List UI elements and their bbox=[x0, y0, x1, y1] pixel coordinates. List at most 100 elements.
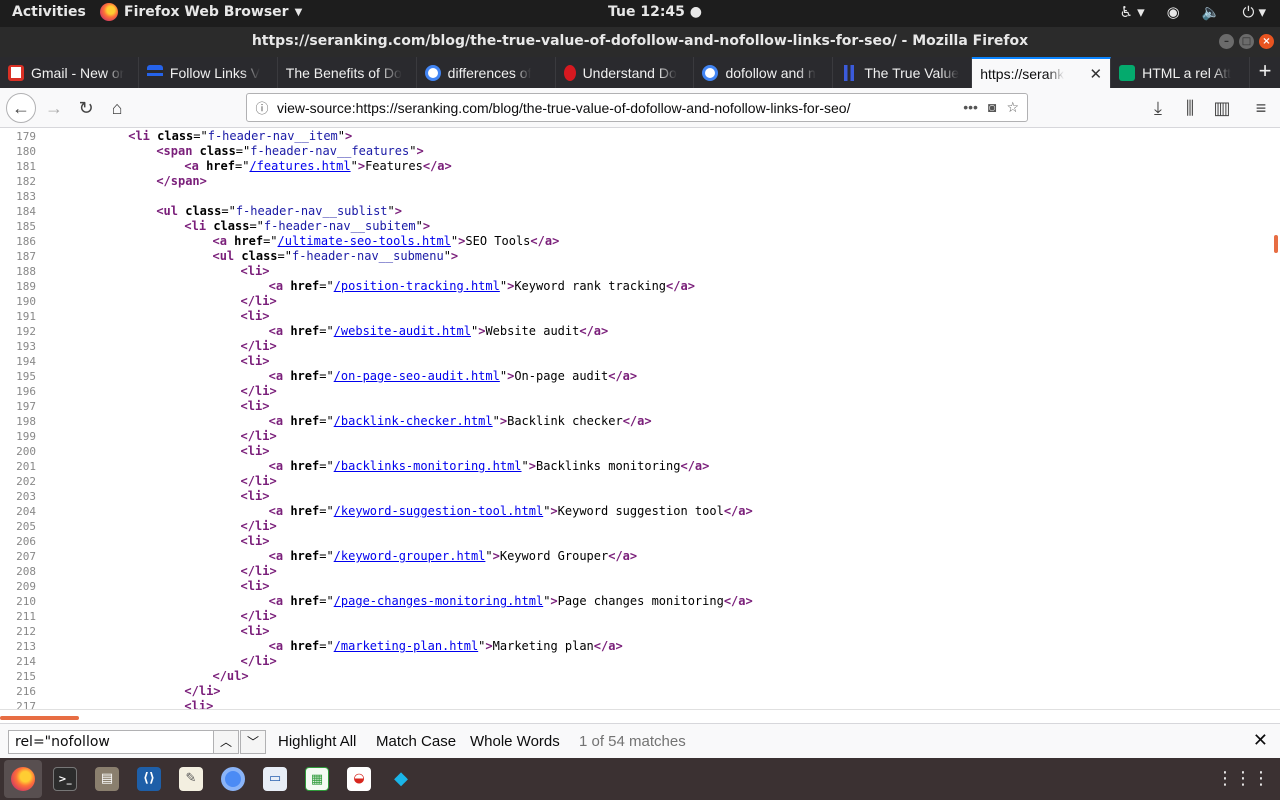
dock-text-editor[interactable]: ✎ bbox=[172, 760, 210, 798]
forward-button[interactable]: → bbox=[40, 94, 68, 122]
url-bar[interactable]: ⓘ view-source:https://seranking.com/blog… bbox=[246, 93, 1028, 122]
tab[interactable]: differences of bbox=[417, 57, 556, 88]
source-link[interactable]: /marketing-plan.html bbox=[334, 639, 479, 653]
back-button[interactable]: ← bbox=[6, 93, 36, 123]
dock-vscode[interactable]: ⟨⟩ bbox=[130, 760, 168, 798]
source-link[interactable]: /page-changes-monitoring.html bbox=[334, 594, 544, 608]
close-icon[interactable]: × bbox=[1259, 34, 1274, 49]
line-number: 207 bbox=[16, 550, 36, 563]
source-line: 207 <a href="/keyword-grouper.html">Keywo… bbox=[0, 549, 1267, 564]
tab[interactable]: The Benefits of Do bbox=[278, 57, 417, 88]
chromium-icon bbox=[221, 767, 245, 791]
view-source-content[interactable]: 179 <li class="f-header-nav__item"> 180 <sp… bbox=[0, 129, 1267, 709]
line-number: 188 bbox=[16, 265, 36, 278]
source-code: <li class="f-header-nav__subitem"> bbox=[184, 219, 431, 233]
tab[interactable]: HTML a rel Att bbox=[1111, 57, 1251, 88]
reload-button[interactable]: ↻ bbox=[72, 94, 100, 122]
show-applications-icon[interactable]: ⋮⋮⋮ bbox=[1216, 768, 1270, 789]
bookmark-star-icon[interactable]: ☆ bbox=[1006, 99, 1019, 116]
system-tray[interactable]: ♿ ▾ ◉ 🔈 ⏻ ▾ bbox=[1120, 3, 1267, 21]
new-tab-button[interactable]: + bbox=[1250, 57, 1280, 88]
tab-label: HTML a rel Att bbox=[1142, 64, 1232, 81]
dock-firefox[interactable] bbox=[4, 760, 42, 798]
find-previous-button[interactable]: ︿ bbox=[213, 730, 239, 754]
source-link[interactable]: /position-tracking.html bbox=[334, 279, 500, 293]
line-number: 185 bbox=[16, 220, 36, 233]
dock-screenshot-tool[interactable]: ◒ bbox=[340, 760, 378, 798]
source-code: <a href="/position-tracking.html">Keywor… bbox=[268, 279, 695, 293]
hamburger-menu-icon[interactable]: ≡ bbox=[1247, 94, 1275, 122]
source-line: 194 <li> bbox=[0, 354, 1267, 369]
horizontal-scrollbar[interactable] bbox=[0, 709, 1280, 723]
pocket-icon[interactable]: ◙ bbox=[988, 99, 996, 116]
url-text[interactable]: view-source:https://seranking.com/blog/t… bbox=[277, 100, 955, 116]
tab[interactable]: Gmail - New or bbox=[0, 57, 139, 88]
info-icon[interactable]: ⓘ bbox=[247, 98, 277, 117]
volume-icon[interactable]: 🔈 bbox=[1202, 3, 1221, 21]
highlight-all-toggle[interactable]: Highlight All bbox=[278, 733, 356, 750]
home-button[interactable]: ⌂ bbox=[103, 94, 131, 122]
power-icon[interactable]: ⏻ ▾ bbox=[1242, 3, 1266, 21]
library-icon[interactable]: ⫼ bbox=[1176, 94, 1204, 122]
line-number: 179 bbox=[16, 130, 36, 143]
dock-kodi[interactable]: ◆ bbox=[382, 760, 420, 798]
find-input[interactable]: rel="nofollow bbox=[8, 730, 214, 754]
source-line: 188 <li> bbox=[0, 264, 1267, 279]
scrollbar-thumb[interactable] bbox=[0, 716, 79, 720]
find-next-button[interactable]: ﹀ bbox=[240, 730, 266, 754]
source-link[interactable]: /ultimate-seo-tools.html bbox=[278, 234, 451, 248]
tab[interactable]: dofollow and n bbox=[694, 57, 834, 88]
downloads-icon[interactable]: ⤓ bbox=[1144, 94, 1172, 122]
sidebar-icon[interactable]: ▥ bbox=[1208, 94, 1236, 122]
network-icon[interactable]: ◉ bbox=[1167, 3, 1180, 21]
source-link[interactable]: /keyword-grouper.html bbox=[334, 549, 486, 563]
scrollbar-thumb[interactable] bbox=[1274, 235, 1278, 253]
kodi-icon: ◆ bbox=[394, 768, 408, 789]
source-link[interactable]: /backlink-checker.html bbox=[334, 414, 493, 428]
terminal-icon: >_ bbox=[53, 767, 77, 791]
app-menu[interactable]: Firefox Web Browser ▼ bbox=[100, 3, 302, 21]
source-line: 203 <li> bbox=[0, 489, 1267, 504]
line-number: 217 bbox=[16, 700, 36, 709]
tab[interactable]: Follow Links V bbox=[139, 57, 278, 88]
tab-label: Follow Links V bbox=[169, 64, 261, 81]
source-code: </span> bbox=[156, 174, 207, 188]
whole-words-toggle[interactable]: Whole Words bbox=[470, 733, 560, 750]
accessibility-icon[interactable]: ♿ ▾ bbox=[1120, 3, 1145, 21]
source-line: 198 <a href="/backlink-checker.html">Back… bbox=[0, 414, 1267, 429]
match-case-toggle[interactable]: Match Case bbox=[376, 733, 456, 750]
firefox-icon bbox=[100, 3, 118, 21]
activities-button[interactable]: Activities bbox=[12, 4, 86, 20]
close-tab-icon[interactable]: ✕ bbox=[1090, 65, 1103, 83]
dock-chromium[interactable] bbox=[214, 760, 252, 798]
line-number: 193 bbox=[16, 340, 36, 353]
window-title-bar[interactable]: https://seranking.com/blog/the-true-valu… bbox=[0, 27, 1280, 57]
dock-files[interactable]: ▤ bbox=[88, 760, 126, 798]
dock-spreadsheet[interactable]: ▦ bbox=[298, 760, 336, 798]
maximize-icon[interactable]: □ bbox=[1239, 34, 1254, 49]
gmail-icon bbox=[8, 64, 24, 81]
close-icon[interactable]: ✕ bbox=[1253, 730, 1268, 751]
source-code: <span class="f-header-nav__features"> bbox=[156, 144, 424, 158]
line-number: 183 bbox=[16, 190, 36, 203]
tab[interactable]: The True Value bbox=[833, 57, 973, 88]
minimize-icon[interactable]: – bbox=[1219, 34, 1234, 49]
dock-terminal[interactable]: >_ bbox=[46, 760, 84, 798]
tab[interactable]: Understand Do bbox=[556, 57, 695, 88]
source-code: </li> bbox=[184, 684, 221, 698]
clock[interactable]: Tue 12:45 ● bbox=[608, 4, 702, 20]
source-code: </li> bbox=[240, 294, 277, 308]
source-code: <a href="/on-page-seo-audit.html">On-pag… bbox=[268, 369, 638, 383]
source-link[interactable]: /website-audit.html bbox=[334, 324, 471, 338]
source-link[interactable]: /backlinks-monitoring.html bbox=[334, 459, 522, 473]
source-link[interactable]: /features.html bbox=[249, 159, 350, 173]
source-link[interactable]: /on-page-seo-audit.html bbox=[334, 369, 500, 383]
dock-document-viewer[interactable]: ▭ bbox=[256, 760, 294, 798]
page-actions-icon[interactable]: ••• bbox=[963, 99, 978, 116]
source-link[interactable]: /keyword-suggestion-tool.html bbox=[334, 504, 544, 518]
tab-active[interactable]: https://serank ✕ bbox=[972, 57, 1112, 88]
source-line: 217 <li> bbox=[0, 699, 1267, 709]
source-code: <li> bbox=[240, 489, 270, 503]
vertical-scrollbar[interactable] bbox=[1267, 129, 1280, 709]
tab-strip: Gmail - New or Follow Links V The Benefi… bbox=[0, 57, 1280, 88]
